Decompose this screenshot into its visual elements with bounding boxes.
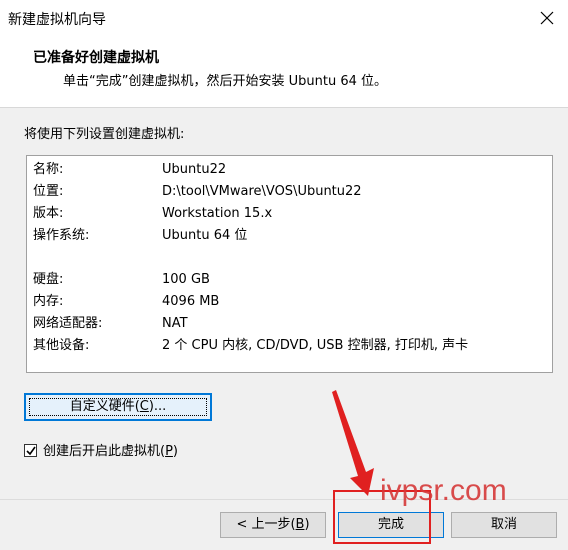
summary-key: 版本: [33, 206, 64, 221]
summary-key: 网络适配器: [33, 316, 103, 331]
wizard-header: 已准备好创建虚拟机 单击“完成”创建虚拟机，然后开始安装 Ubuntu 64 位… [0, 37, 568, 108]
annotation-arrow-icon [332, 390, 374, 496]
close-icon [540, 11, 554, 25]
summary-value: NAT [162, 316, 188, 331]
summary-value: Workstation 15.x [162, 206, 273, 221]
header-subtitle: 单击“完成”创建虚拟机，然后开始安装 Ubuntu 64 位。 [63, 74, 387, 89]
footer-divider [0, 499, 568, 500]
customize-hardware-button[interactable]: 自定义硬件(C)... [24, 393, 212, 421]
window-title: 新建虚拟机向导 [8, 12, 106, 28]
summary-key: 位置: [33, 184, 64, 199]
summary-value: 100 GB [162, 272, 210, 287]
summary-key: 硬盘: [33, 272, 64, 287]
settings-intro-label: 将使用下列设置创建虚拟机: [24, 127, 185, 142]
cancel-button[interactable]: 取消 [451, 512, 557, 538]
summary-value: 2 个 CPU 内核, CD/DVD, USB 控制器, 打印机, 声卡 [162, 338, 469, 353]
title-bar: 新建虚拟机向导 [0, 0, 568, 37]
checkbox-box[interactable] [24, 444, 37, 457]
summary-key: 操作系统: [33, 228, 90, 243]
close-button[interactable] [532, 4, 562, 32]
summary-key: 其他设备: [33, 338, 90, 353]
summary-value: Ubuntu22 [162, 162, 227, 177]
checkbox-label: 创建后开启此虚拟机(P) [43, 444, 178, 459]
summary-key: 名称: [33, 162, 64, 177]
customize-hardware-label: 自定义硬件(C)... [69, 399, 167, 414]
summary-value: 4096 MB [162, 294, 220, 309]
summary-value: D:\tool\VMware\VOS\Ubuntu22 [162, 184, 362, 199]
back-button[interactable]: < 上一步(B) [220, 512, 326, 538]
summary-key: 内存: [33, 294, 64, 309]
summary-value: Ubuntu 64 位 [162, 228, 248, 243]
settings-summary-box: 名称: Ubuntu22 位置: D:\tool\VMware\VOS\Ubun… [26, 155, 553, 373]
new-vm-wizard-window: 新建虚拟机向导 已准备好创建虚拟机 单击“完成”创建虚拟机，然后开始安装 Ubu… [0, 0, 568, 550]
checkmark-icon [26, 446, 36, 456]
finish-button[interactable]: 完成 [338, 512, 444, 538]
header-title: 已准备好创建虚拟机 [33, 50, 159, 66]
watermark: ivpsr.com [380, 474, 507, 507]
